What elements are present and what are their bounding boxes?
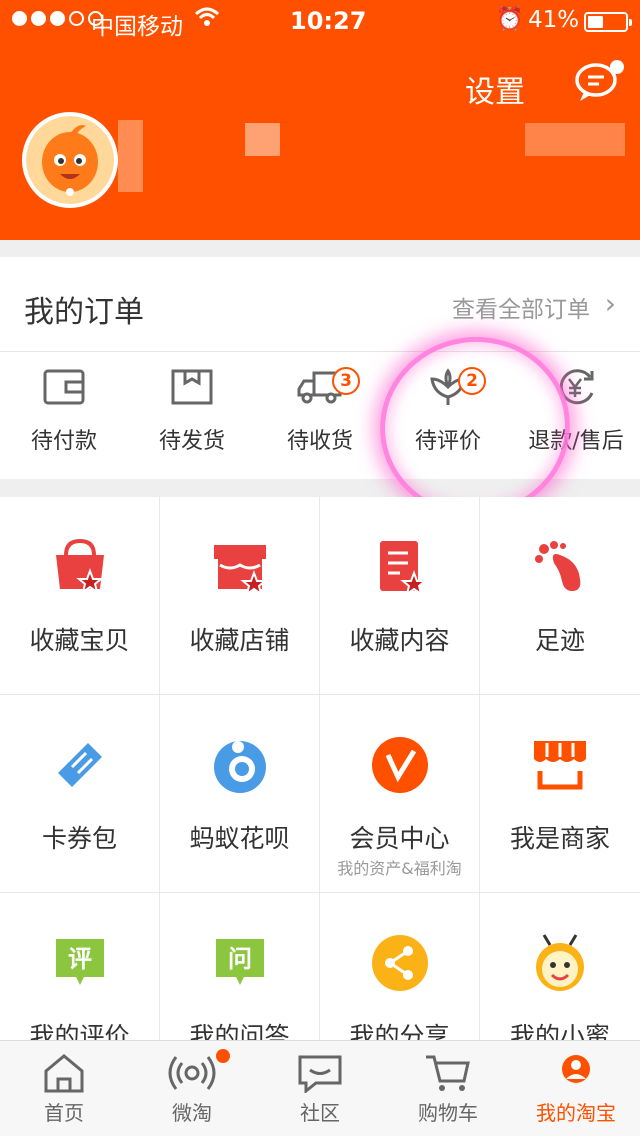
- grid-item-label: 收藏店铺: [189, 626, 290, 655]
- profile-icon: [562, 1055, 590, 1083]
- order-status-label: 待付款: [30, 429, 97, 454]
- coupon-icon: [58, 743, 102, 787]
- grid-item-subtitle: 我的资产&福利淘: [337, 859, 462, 878]
- grid-item-huabei[interactable]: 蚂蚁花呗: [160, 695, 320, 893]
- vip-icon: [372, 737, 428, 793]
- grid-item-vip-center[interactable]: 会员中心 我的资产&福利淘: [320, 695, 480, 893]
- grid-item-label: 蚂蚁花呗: [189, 824, 290, 853]
- divider: [0, 351, 640, 352]
- favorite-shop-icon: [214, 545, 268, 597]
- tools-grid: 收藏宝贝 收藏店铺 收藏内容 足迹 卡券包 蚂蚁花呗 会员中心 我的资产&福利淘…: [0, 497, 640, 1091]
- qa-icon: 问: [216, 939, 264, 985]
- clock: 10:27: [290, 7, 367, 35]
- my-review-icon: 评: [56, 939, 104, 985]
- order-status-pending-shipment[interactable]: 待发货: [128, 367, 256, 463]
- grid-item-label: 收藏宝贝: [29, 626, 130, 655]
- signal-strength-icon: [12, 11, 103, 26]
- tab-label: 我的淘宝: [536, 1101, 616, 1125]
- home-icon: [44, 1054, 84, 1093]
- tab-home[interactable]: 首页: [0, 1041, 128, 1136]
- battery-percentage: 41%: [528, 7, 580, 33]
- grid-item-label: 足迹: [534, 626, 585, 655]
- share-icon: [372, 935, 428, 991]
- merchant-icon: [534, 741, 586, 790]
- order-status-pending-payment[interactable]: 待付款: [0, 367, 128, 463]
- battery-icon: [584, 12, 632, 32]
- huabei-icon: [214, 741, 266, 793]
- tab-my-taobao[interactable]: 我的淘宝: [512, 1041, 640, 1136]
- grid-item-label: 卡券包: [41, 824, 117, 853]
- tab-label: 购物车: [418, 1101, 478, 1125]
- notification-dot: [216, 1049, 230, 1063]
- tab-label: 社区: [300, 1101, 340, 1125]
- grid-item-footprint[interactable]: 足迹: [480, 497, 640, 695]
- tab-label: 首页: [44, 1101, 84, 1125]
- grid-item-label: 收藏内容: [349, 626, 450, 655]
- bottom-tab-bar: 首页 微淘 社区 购物车 我的淘宝: [0, 1040, 640, 1136]
- unread-count-badge: 3: [332, 367, 360, 395]
- wifi-icon: [194, 6, 220, 34]
- my-orders-title: 我的订单: [24, 295, 144, 330]
- order-status-label: 待收货: [286, 429, 353, 454]
- status-bar: 中国移动 10:27 ⏰ 41%: [0, 0, 640, 42]
- tab-community[interactable]: 社区: [256, 1041, 384, 1136]
- profile-header: 中国移动 10:27 ⏰ 41% 设置: [0, 0, 640, 240]
- svg-text:问: 问: [228, 945, 252, 973]
- order-status-label: 待发货: [158, 429, 225, 454]
- grid-item-merchant[interactable]: 我是商家: [480, 695, 640, 893]
- wallet-icon: [43, 369, 85, 405]
- favorite-content-icon: [380, 541, 428, 597]
- settings-button[interactable]: 设置: [465, 67, 525, 111]
- cart-icon: [426, 1055, 470, 1091]
- grid-item-coupons[interactable]: 卡券包: [0, 695, 160, 893]
- grid-item-label: 我是商家: [509, 824, 610, 853]
- package-icon: [171, 369, 213, 405]
- tab-weitao[interactable]: 微淘: [128, 1041, 256, 1136]
- carrier-name: 中国移动: [91, 14, 183, 40]
- grid-item-favorite-shops[interactable]: 收藏店铺: [160, 497, 320, 695]
- favorite-bag-icon: [56, 538, 104, 595]
- avatar[interactable]: [22, 112, 118, 208]
- message-unread-dot: [610, 60, 624, 74]
- assistant-icon: [536, 934, 584, 991]
- broadcast-icon: [168, 1056, 216, 1090]
- grid-item-favorite-content[interactable]: 收藏内容: [320, 497, 480, 695]
- chat-icon: [298, 1055, 342, 1093]
- grid-item-label: 会员中心: [349, 824, 450, 853]
- footprint-icon: [535, 541, 581, 591]
- order-status-pending-receipt[interactable]: 3 待收货: [256, 367, 384, 463]
- view-all-orders-link[interactable]: 查看全部订单: [452, 290, 590, 324]
- alarm-icon: ⏰: [496, 7, 524, 32]
- grid-item-favorite-items[interactable]: 收藏宝贝: [0, 497, 160, 695]
- tab-label: 微淘: [172, 1101, 212, 1125]
- svg-text:评: 评: [68, 945, 92, 973]
- tab-cart[interactable]: 购物车: [384, 1041, 512, 1136]
- chevron-right-icon[interactable]: ›: [605, 287, 616, 320]
